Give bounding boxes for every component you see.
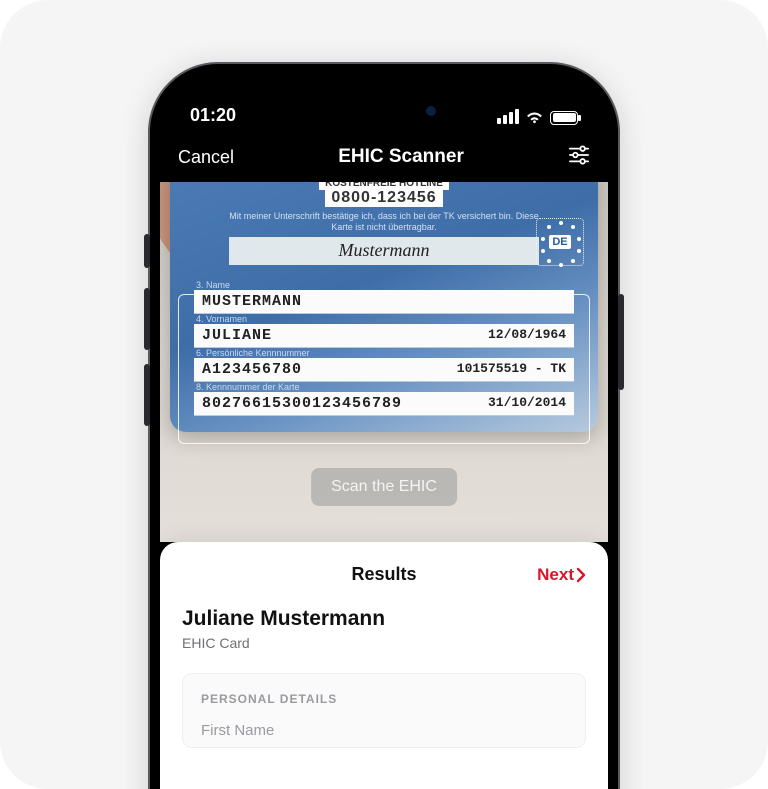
cancel-button[interactable]: Cancel (178, 147, 234, 168)
eu-flag-icon: DE (536, 218, 584, 266)
phone-frame: 01:20 Cancel EHIC Scanner (148, 62, 620, 789)
field-label-name: 3. Name (194, 280, 574, 290)
battery-icon (550, 111, 578, 125)
details-card: PERSONAL DETAILS First Name (182, 673, 586, 748)
section-heading: PERSONAL DETAILS (201, 692, 567, 706)
hotline-number: 0800-123456 (325, 188, 442, 207)
results-sheet: Results Next Juliane Mustermann EHIC Car… (160, 542, 608, 789)
nav-bar: Cancel EHIC Scanner (160, 132, 608, 182)
wifi-icon (525, 110, 544, 125)
dynamic-island (320, 92, 448, 130)
card-disclaimer: Mit meiner Unterschrift bestätige ich, d… (170, 211, 598, 233)
results-title: Results (351, 564, 416, 585)
next-button[interactable]: Next (537, 565, 586, 585)
person-name: Juliane Mustermann (182, 607, 586, 631)
first-name-label: First Name (201, 722, 567, 739)
cellular-icon (497, 109, 519, 126)
camera-preview: EUROPÄISCHE KRANKENVERSICHERUNGSKARTE KO… (160, 182, 608, 542)
signature-strip: Mustermann (229, 237, 539, 265)
card-type-label: EHIC Card (182, 635, 586, 651)
side-button (144, 234, 150, 268)
power-button (618, 294, 624, 390)
settings-icon[interactable] (568, 145, 590, 170)
volume-down-button (144, 364, 150, 426)
chevron-right-icon (576, 567, 586, 583)
scan-button[interactable]: Scan the EHIC (311, 468, 457, 506)
next-label: Next (537, 565, 574, 585)
volume-up-button (144, 288, 150, 350)
screen-title: EHIC Scanner (338, 146, 464, 168)
status-time: 01:20 (190, 105, 236, 126)
scan-frame-overlay (178, 294, 590, 444)
camera-dot-icon (426, 106, 436, 116)
